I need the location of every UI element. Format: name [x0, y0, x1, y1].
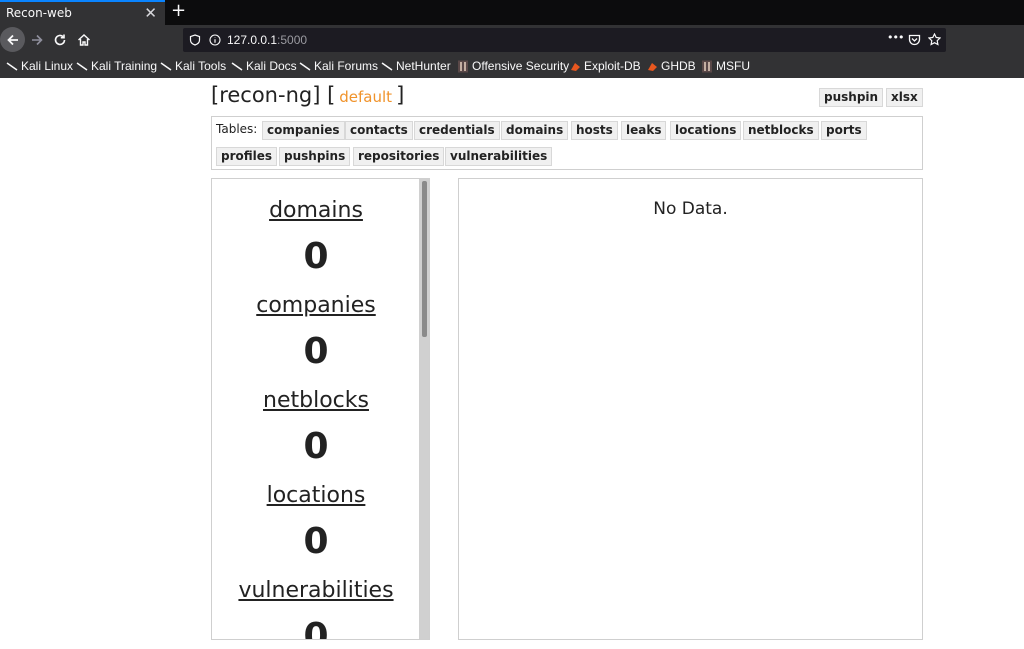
- summary-link-locations[interactable]: locations: [212, 483, 420, 508]
- table-button-domains[interactable]: domains: [501, 121, 569, 140]
- forward-button[interactable]: [25, 28, 49, 52]
- bookmark-label: Kali Linux: [21, 59, 74, 73]
- url-host: 127.0.0.1: [227, 33, 278, 47]
- kali-dragon-icon: [76, 62, 88, 71]
- summary-count-locations: 0: [303, 521, 329, 562]
- bookmark-kali-forums[interactable]: Kali Forums: [299, 59, 378, 73]
- bookmark-kali-linux[interactable]: Kali Linux: [6, 59, 73, 73]
- summary-count-vulnerabilities: 0: [303, 616, 329, 640]
- table-button-companies[interactable]: companies: [262, 121, 345, 140]
- table-button-repositories[interactable]: repositories: [353, 147, 445, 166]
- bookmark-label: MSFU: [716, 59, 750, 73]
- bookmarks-toolbar: Kali Linux Kali Training Kali Tools Kali…: [0, 55, 1024, 78]
- bookmark-kali-tools[interactable]: Kali Tools: [160, 59, 226, 73]
- xlsx-button[interactable]: xlsx: [886, 88, 923, 107]
- reload-icon: [54, 34, 66, 46]
- navigation-bar: 127.0.0.1:5000 •••: [0, 25, 1024, 55]
- kali-dragon-icon: [299, 62, 311, 71]
- tables-label: Tables:: [216, 122, 258, 136]
- table-button-contacts[interactable]: contacts: [345, 121, 413, 140]
- tab-bar: Recon-web ✕ +: [0, 0, 1024, 25]
- bookmark-label: Offensive Security: [472, 59, 570, 73]
- url-text[interactable]: 127.0.0.1:5000: [227, 33, 307, 47]
- summary-link-netblocks[interactable]: netblocks: [212, 388, 420, 413]
- summary-count-domains: 0: [303, 236, 329, 277]
- kali-dragon-icon: [231, 62, 243, 71]
- summary-count-companies: 0: [303, 331, 329, 372]
- url-bar[interactable]: 127.0.0.1:5000 •••: [183, 28, 946, 52]
- close-icon[interactable]: ✕: [144, 4, 157, 22]
- table-button-netblocks[interactable]: netblocks: [743, 121, 819, 140]
- url-port: :5000: [277, 33, 308, 47]
- empty-message: No Data.: [653, 199, 728, 219]
- tables-nav: Tables: companies contacts credentials d…: [211, 116, 923, 170]
- kali-dragon-icon: [6, 62, 18, 71]
- summary-link-companies[interactable]: companies: [212, 293, 420, 318]
- table-button-pushpins[interactable]: pushpins: [279, 147, 351, 166]
- data-panel: No Data.: [458, 178, 923, 640]
- bookmark-offensive-security[interactable]: Offensive Security: [457, 59, 569, 73]
- bookmark-label: Kali Docs: [246, 59, 297, 73]
- bookmark-kali-docs[interactable]: Kali Docs: [231, 59, 297, 73]
- pocket-icon[interactable]: [908, 33, 921, 46]
- tab-recon-web[interactable]: Recon-web ✕: [0, 0, 165, 25]
- bookmark-label: Kali Tools: [175, 59, 227, 73]
- table-button-ports[interactable]: ports: [821, 121, 867, 140]
- table-button-locations[interactable]: locations: [670, 121, 742, 140]
- kali-dragon-icon: [160, 62, 172, 71]
- home-icon: [78, 34, 90, 46]
- shield-icon[interactable]: [189, 34, 201, 46]
- star-icon[interactable]: [928, 33, 941, 46]
- page-title: [recon-ng] [default]: [211, 83, 404, 107]
- home-button[interactable]: [72, 28, 96, 52]
- arrow-right-icon: [32, 34, 43, 46]
- page-content: [recon-ng] [default] pushpin xlsx Tables…: [0, 78, 1024, 649]
- bookmark-label: NetHunter: [396, 59, 451, 73]
- kali-dragon-icon: [381, 62, 393, 71]
- table-button-hosts[interactable]: hosts: [571, 121, 618, 140]
- page-actions-button[interactable]: •••: [887, 31, 904, 44]
- table-button-credentials[interactable]: credentials: [414, 121, 500, 140]
- bookmark-nethunter[interactable]: NetHunter: [381, 59, 451, 73]
- info-icon[interactable]: [209, 34, 221, 46]
- pushpin-button[interactable]: pushpin: [819, 88, 884, 107]
- summary-count-netblocks: 0: [303, 426, 329, 467]
- bookmark-label: Kali Training: [91, 59, 158, 73]
- scrollbar[interactable]: [419, 179, 429, 639]
- new-tab-button[interactable]: +: [171, 0, 186, 21]
- brand-open: [recon-ng] [: [211, 83, 336, 107]
- bookmark-label: Exploit-DB: [584, 59, 641, 73]
- offsec-icon: [458, 60, 468, 72]
- bookmark-exploit-db[interactable]: Exploit-DB: [570, 59, 641, 73]
- exploit-db-icon: [571, 62, 580, 71]
- summary-panel[interactable]: domains 0 companies 0 netblocks 0 locati…: [211, 178, 430, 640]
- bookmark-kali-training[interactable]: Kali Training: [76, 59, 157, 73]
- table-button-leaks[interactable]: leaks: [621, 121, 667, 140]
- workspace-link[interactable]: default: [339, 88, 392, 106]
- reload-button[interactable]: [48, 28, 72, 52]
- summary-link-domains[interactable]: domains: [212, 198, 420, 223]
- arrow-left-icon: [6, 34, 18, 45]
- table-button-vulnerabilities[interactable]: vulnerabilities: [445, 147, 553, 166]
- scrollbar-thumb[interactable]: [422, 181, 427, 337]
- table-button-profiles[interactable]: profiles: [216, 147, 278, 166]
- bookmark-msfu[interactable]: MSFU: [701, 59, 750, 73]
- bookmark-label: Kali Forums: [314, 59, 379, 73]
- offsec-icon: [702, 60, 712, 72]
- back-button[interactable]: [0, 27, 25, 52]
- summary-link-vulnerabilities[interactable]: vulnerabilities: [212, 578, 420, 603]
- brand-close: ]: [396, 83, 405, 107]
- tab-title: Recon-web: [6, 6, 72, 20]
- bookmark-ghdb[interactable]: GHDB: [647, 59, 696, 73]
- bookmark-label: GHDB: [661, 59, 696, 73]
- ghdb-icon: [648, 62, 657, 71]
